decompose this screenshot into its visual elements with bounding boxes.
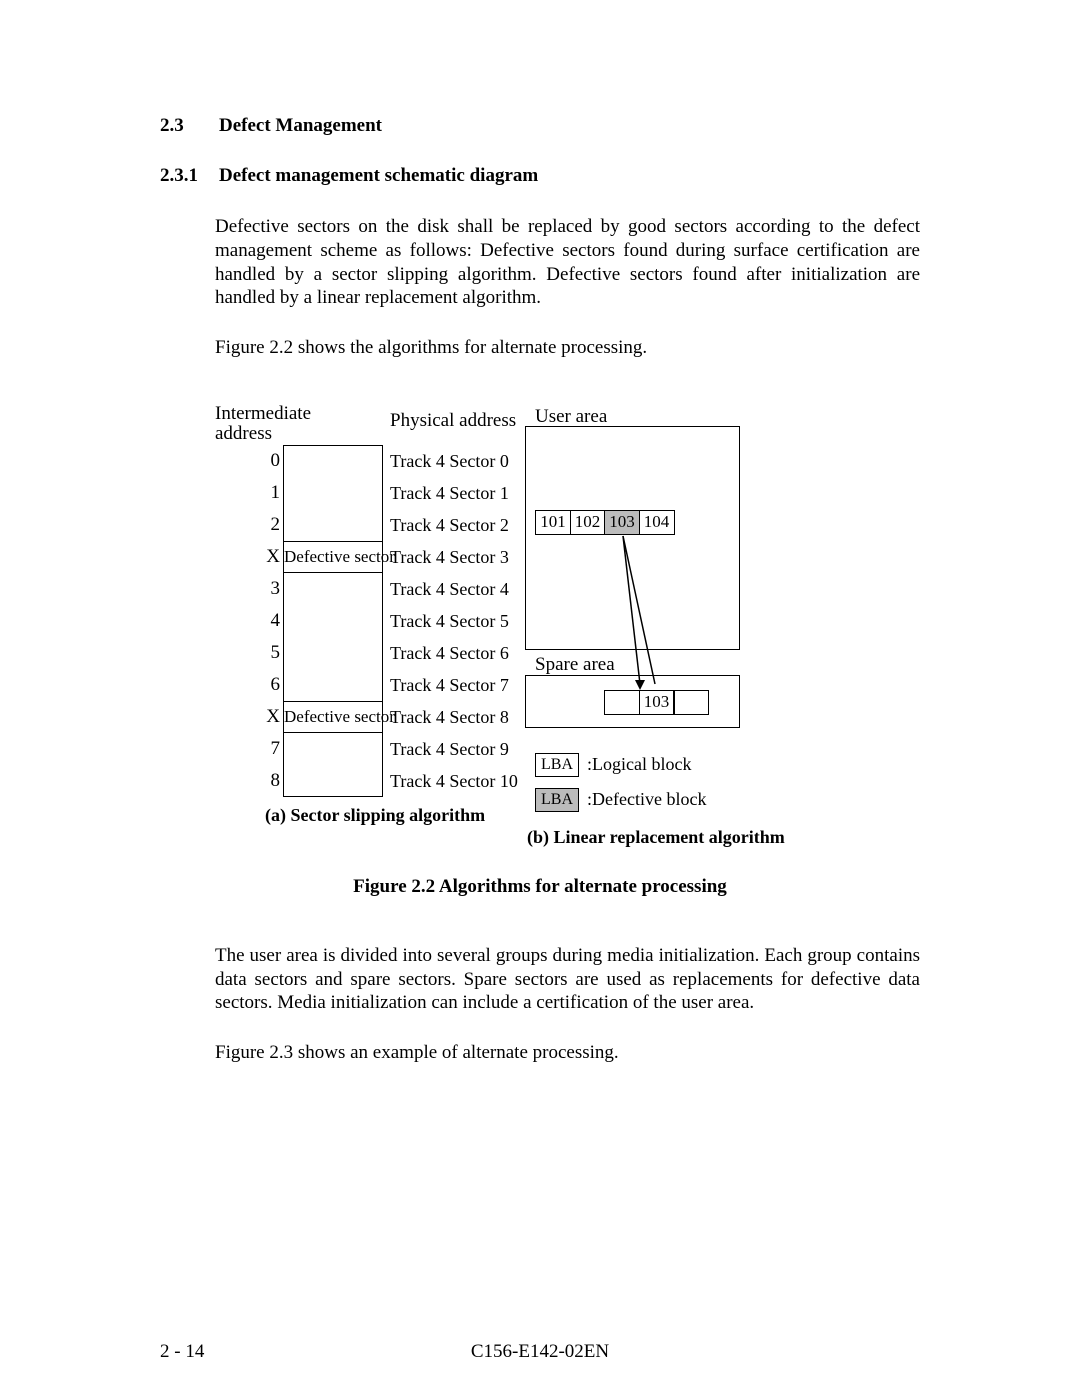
phys-value: Track 4 Sector 10 [390,765,518,797]
lba-cell [673,690,709,715]
section-title: Defect Management [219,115,382,137]
phys-value: Track 4 Sector 3 [390,541,518,573]
legend-defective-block: LBA :Defective block [535,788,706,812]
paragraph: Figure 2.2 shows the algorithms for alte… [215,336,920,360]
phys-value: Track 4 Sector 1 [390,477,518,509]
section-title: Defect management schematic diagram [219,165,538,187]
document-id: C156-E142-02EN [0,1341,1080,1363]
section-number: 2.3 [160,115,215,137]
lba-cell: 102 [570,510,606,535]
phys-value: Track 4 Sector 2 [390,509,518,541]
intermediate-address-label: Intermediate address [215,404,311,444]
caption-a: (a) Sector slipping algorithm [265,805,485,826]
sector-box [283,573,383,605]
lba-cell [604,690,640,715]
phys-value: Track 4 Sector 6 [390,637,518,669]
user-area-label: User area [535,406,607,428]
paragraph: The user area is divided into several gr… [215,944,920,1015]
physical-address-column: Track 4 Sector 0 Track 4 Sector 1 Track … [390,445,518,797]
ia-value: X [250,701,280,733]
sector-box [283,477,383,509]
sector-box [283,765,383,797]
ia-value: 7 [250,733,280,765]
physical-address-label: Physical address [390,410,516,432]
legend-text: :Defective block [587,789,706,810]
figure-2.2: Intermediate address Physical address 0 … [215,410,920,870]
section-2.3: 2.3 Defect Management [160,115,920,137]
spare-lba-row: 103 [604,690,709,715]
ia-value: 8 [250,765,280,797]
ia-value: 0 [250,445,280,477]
legend-box: LBA [535,753,579,777]
caption-b: (b) Linear replacement algorithm [527,827,785,848]
user-area-box [525,426,740,650]
phys-value: Track 4 Sector 8 [390,701,518,733]
figure-caption: Figure 2.2 Algorithms for alternate proc… [160,876,920,898]
legend-logical-block: LBA :Logical block [535,753,691,777]
ia-value: 5 [250,637,280,669]
sector-box [283,669,383,701]
section-number: 2.3.1 [160,165,215,187]
phys-value: Track 4 Sector 4 [390,573,518,605]
lba-cell: 104 [639,510,675,535]
legend-box-shaded: LBA [535,788,579,812]
ia-value: 3 [250,573,280,605]
paragraph: Figure 2.3 shows an example of alternate… [215,1041,920,1065]
sector-box [283,733,383,765]
sector-box: Defective sector [283,541,383,573]
page: 2.3 Defect Management 2.3.1 Defect manag… [0,0,1080,1397]
spare-area-label: Spare area [535,654,615,676]
phys-value: Track 4 Sector 0 [390,445,518,477]
section-2.3.1: 2.3.1 Defect management schematic diagra… [160,165,920,187]
lba-cell: 101 [535,510,571,535]
phys-value: Track 4 Sector 5 [390,605,518,637]
user-lba-row: 101 102 103 104 [535,510,675,535]
sector-box [283,605,383,637]
ia-value: 6 [250,669,280,701]
sector-box [283,509,383,541]
lba-cell-defective: 103 [604,510,640,535]
ia-value: 1 [250,477,280,509]
ia-value: 2 [250,509,280,541]
paragraph: Defective sectors on the disk shall be r… [215,215,920,310]
phys-value: Track 4 Sector 7 [390,669,518,701]
lba-cell: 103 [639,690,675,715]
sector-box-column: Defective sector Defective sector [283,445,383,797]
ia-value: 4 [250,605,280,637]
sector-box [283,445,383,477]
sector-box: Defective sector [283,701,383,733]
intermediate-address-column: 0 1 2 X 3 4 5 6 X 7 8 [250,445,280,797]
ia-value: X [250,541,280,573]
sector-box [283,637,383,669]
phys-value: Track 4 Sector 9 [390,733,518,765]
legend-text: :Logical block [587,754,691,775]
